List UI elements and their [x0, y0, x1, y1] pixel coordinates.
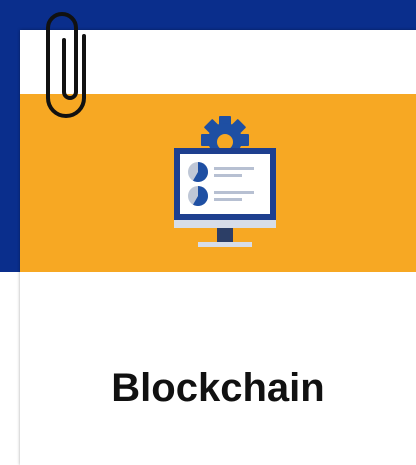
monitor-gear-icon: [174, 116, 276, 247]
paperclip-icon: [46, 12, 86, 118]
card-title: Blockchain: [111, 366, 325, 410]
